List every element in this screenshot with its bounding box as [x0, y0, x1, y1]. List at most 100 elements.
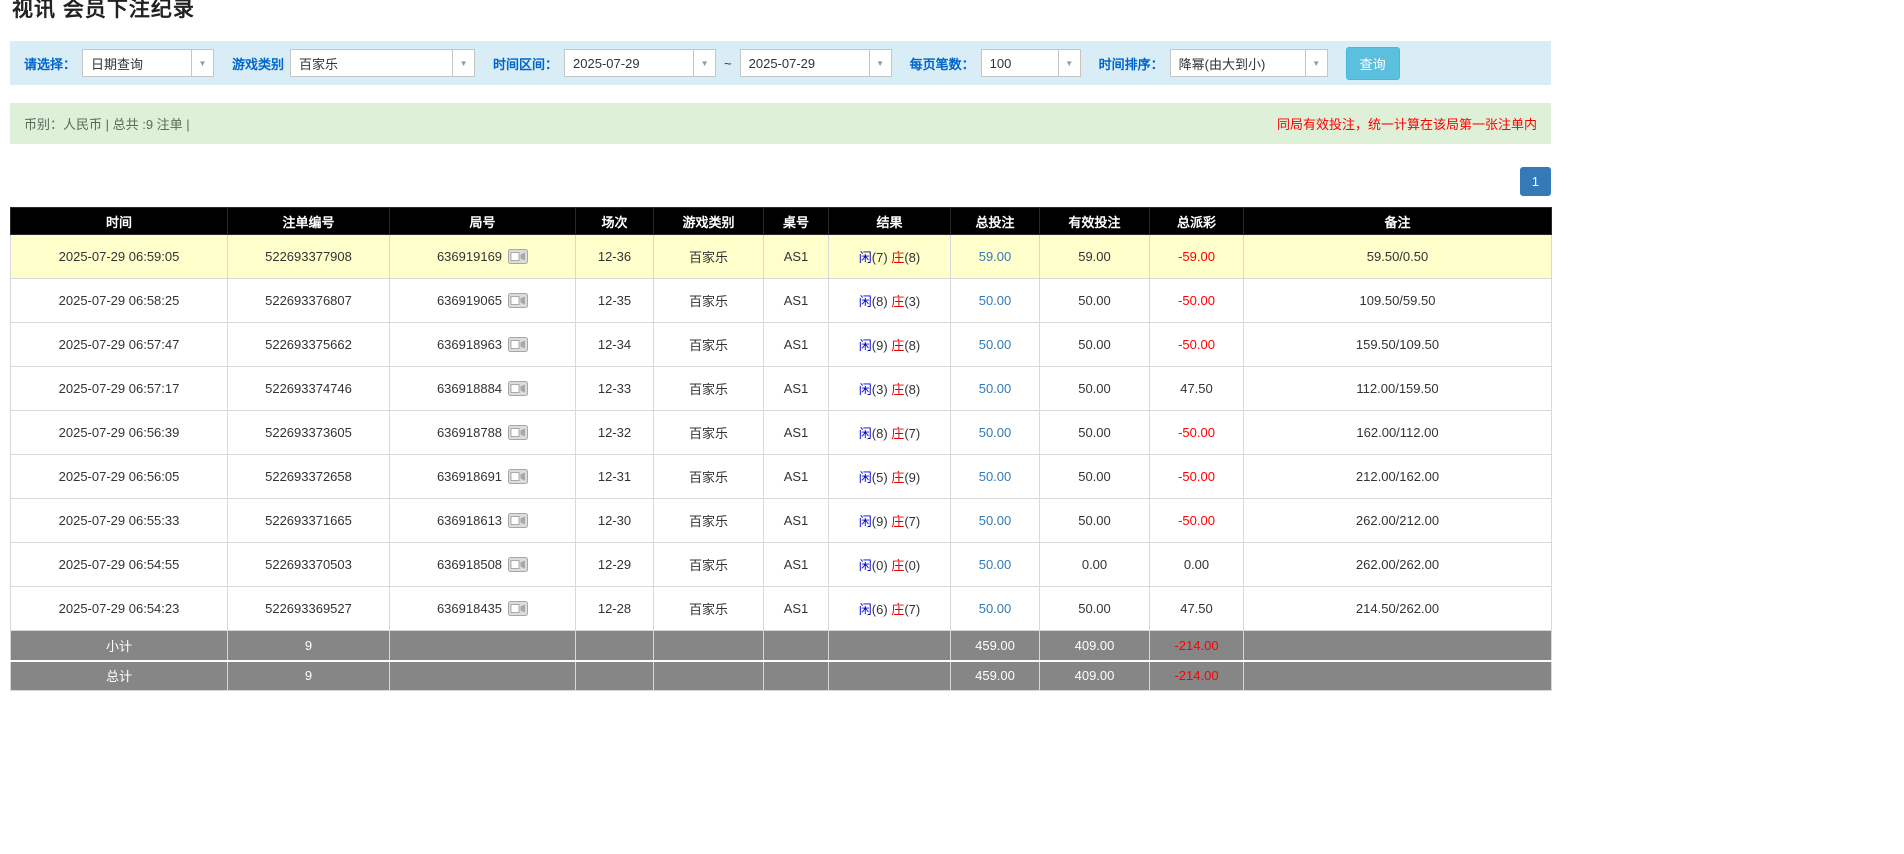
- cell-round-id: 636918613: [389, 498, 576, 543]
- total-bet-link[interactable]: 50.00: [979, 337, 1012, 352]
- cell-bet-id: 522693375662: [227, 322, 390, 367]
- cell-payout: 47.50: [1149, 586, 1244, 631]
- player-result-label: 闲: [858, 294, 872, 309]
- filter-group-game-type: 游戏类别 百家乐 ▼: [232, 49, 476, 77]
- video-replay-icon[interactable]: [508, 557, 529, 572]
- video-replay-icon[interactable]: [508, 425, 529, 440]
- cell-total-bet: 59.00: [950, 234, 1040, 279]
- player-result-label: 闲: [858, 558, 872, 573]
- cell-session: 12-29: [575, 542, 654, 587]
- page-size-label: 每页笔数：: [909, 56, 975, 72]
- game-type-value[interactable]: 百家乐: [291, 50, 452, 76]
- cell-bet-id: 522693371665: [227, 498, 390, 543]
- total-bet-link[interactable]: 50.00: [979, 557, 1012, 572]
- cell-round-id: 636918963: [389, 322, 576, 367]
- banker-result-label: 庄: [891, 602, 905, 617]
- column-header: 备注: [1243, 207, 1552, 235]
- total-bet-link[interactable]: 50.00: [979, 601, 1012, 616]
- total-bet-link[interactable]: 50.00: [979, 293, 1012, 308]
- filter-group-page-size: 每页笔数： 100 ▼: [910, 49, 1081, 77]
- cell-game-type: 百家乐: [653, 234, 764, 279]
- cell-table-no: AS1: [763, 366, 829, 411]
- video-replay-icon[interactable]: [508, 601, 529, 616]
- page-size-value[interactable]: 100: [982, 50, 1058, 76]
- cell-bet-id: 522693376807: [227, 278, 390, 323]
- banker-result-score: (3): [904, 294, 921, 309]
- cell-valid-bet: 0.00: [1039, 542, 1150, 587]
- cell-valid-bet: 50.00: [1039, 410, 1150, 455]
- total-bet-link[interactable]: 50.00: [979, 513, 1012, 528]
- cell-table-no: AS1: [763, 454, 829, 499]
- cell-result: 闲(6) 庄(7): [828, 586, 951, 631]
- date-range-label: 时间区间：: [493, 56, 559, 72]
- total-bet-link[interactable]: 59.00: [979, 249, 1012, 264]
- cell-time: 2025-07-29 06:54:23: [10, 586, 228, 631]
- video-replay-icon[interactable]: [508, 469, 529, 484]
- page-size-dropdown[interactable]: 100 ▼: [980, 49, 1081, 77]
- banker-result-score: (8): [904, 338, 921, 353]
- query-button[interactable]: 查询: [1345, 46, 1400, 80]
- cell-remark: 214.50/262.00: [1243, 586, 1552, 631]
- column-header: 注单编号: [227, 207, 390, 235]
- table-row: 2025-07-29 06:56:05 522693372658 6369186…: [10, 454, 1552, 499]
- game-type-dropdown[interactable]: 百家乐 ▼: [290, 49, 476, 77]
- date-from-value[interactable]: 2025-07-29: [565, 50, 693, 76]
- total-row: 总计 9 459.00 409.00 -214.00: [10, 659, 1552, 691]
- round-id-text: 636918508: [436, 557, 503, 572]
- select-mode-value[interactable]: 日期查询: [83, 50, 191, 76]
- player-result-score: (0): [871, 558, 888, 573]
- player-result-label: 闲: [858, 338, 872, 353]
- time-sort-dropdown[interactable]: 降幂(由大到小) ▼: [1169, 49, 1328, 77]
- total-bet-link[interactable]: 50.00: [979, 381, 1012, 396]
- cell-time: 2025-07-29 06:59:05: [10, 234, 228, 279]
- chevron-down-icon[interactable]: ▼: [452, 50, 475, 76]
- banker-result-score: (8): [904, 382, 921, 397]
- subtotal-total-bet: 459.00: [950, 630, 1040, 661]
- banker-result-label: 庄: [891, 558, 905, 573]
- page-number-button[interactable]: 1: [1519, 167, 1551, 196]
- chevron-down-icon[interactable]: ▼: [191, 50, 214, 76]
- cell-bet-id: 522693374746: [227, 366, 390, 411]
- cell-payout: -50.00: [1149, 498, 1244, 543]
- video-replay-icon[interactable]: [508, 337, 529, 352]
- filter-group-select-mode: 请选择： 日期查询 ▼: [24, 49, 215, 77]
- video-replay-icon[interactable]: [508, 381, 529, 396]
- cell-remark: 159.50/109.50: [1243, 322, 1552, 367]
- total-bet-link[interactable]: 50.00: [979, 425, 1012, 440]
- player-result-score: (9): [871, 514, 888, 529]
- cell-bet-id: 522693373605: [227, 410, 390, 455]
- round-id-text: 636918613: [436, 513, 503, 528]
- column-header: 总投注: [950, 207, 1040, 235]
- cell-session: 12-34: [575, 322, 654, 367]
- cell-valid-bet: 50.00: [1039, 498, 1150, 543]
- summary-bar: 币别：人民币 | 总共 :9 注单 | 同局有效投注，统一计算在该局第一张注单内: [10, 103, 1551, 144]
- chevron-down-icon[interactable]: ▼: [1304, 50, 1327, 76]
- video-replay-icon[interactable]: [508, 249, 529, 264]
- round-id-text: 636918435: [436, 601, 503, 616]
- currency-total-info: 币别：人民币 | 总共 :9 注单 |: [24, 117, 190, 132]
- video-replay-icon[interactable]: [508, 513, 529, 528]
- date-to-value[interactable]: 2025-07-29: [741, 50, 869, 76]
- chevron-down-icon[interactable]: ▼: [693, 50, 716, 76]
- cell-game-type: 百家乐: [653, 366, 764, 411]
- date-from-dropdown[interactable]: 2025-07-29 ▼: [564, 49, 717, 77]
- cell-game-type: 百家乐: [653, 322, 764, 367]
- cell-total-bet: 50.00: [950, 542, 1040, 587]
- time-sort-value[interactable]: 降幂(由大到小): [1171, 50, 1305, 76]
- video-replay-icon[interactable]: [508, 293, 529, 308]
- cell-time: 2025-07-29 06:57:47: [10, 322, 228, 367]
- select-mode-dropdown[interactable]: 日期查询 ▼: [82, 49, 215, 77]
- empty-cell: [1243, 630, 1552, 661]
- valid-bet-notice: 同局有效投注，统一计算在该局第一张注单内: [1276, 117, 1537, 132]
- player-result-score: (7): [871, 250, 888, 265]
- cell-round-id: 636919065: [389, 278, 576, 323]
- total-bet-link[interactable]: 50.00: [979, 469, 1012, 484]
- date-to-dropdown[interactable]: 2025-07-29 ▼: [739, 49, 892, 77]
- total-count: 9: [227, 659, 390, 691]
- empty-cell: [828, 659, 951, 691]
- chevron-down-icon[interactable]: ▼: [1057, 50, 1080, 76]
- cell-valid-bet: 50.00: [1039, 454, 1150, 499]
- table-header-row: 时间 注单编号 局号 场次 游戏类别 桌号 结果 总投注 有效投注 总派彩 备注: [10, 207, 1552, 235]
- chevron-down-icon[interactable]: ▼: [868, 50, 891, 76]
- subtotal-count: 9: [227, 630, 390, 661]
